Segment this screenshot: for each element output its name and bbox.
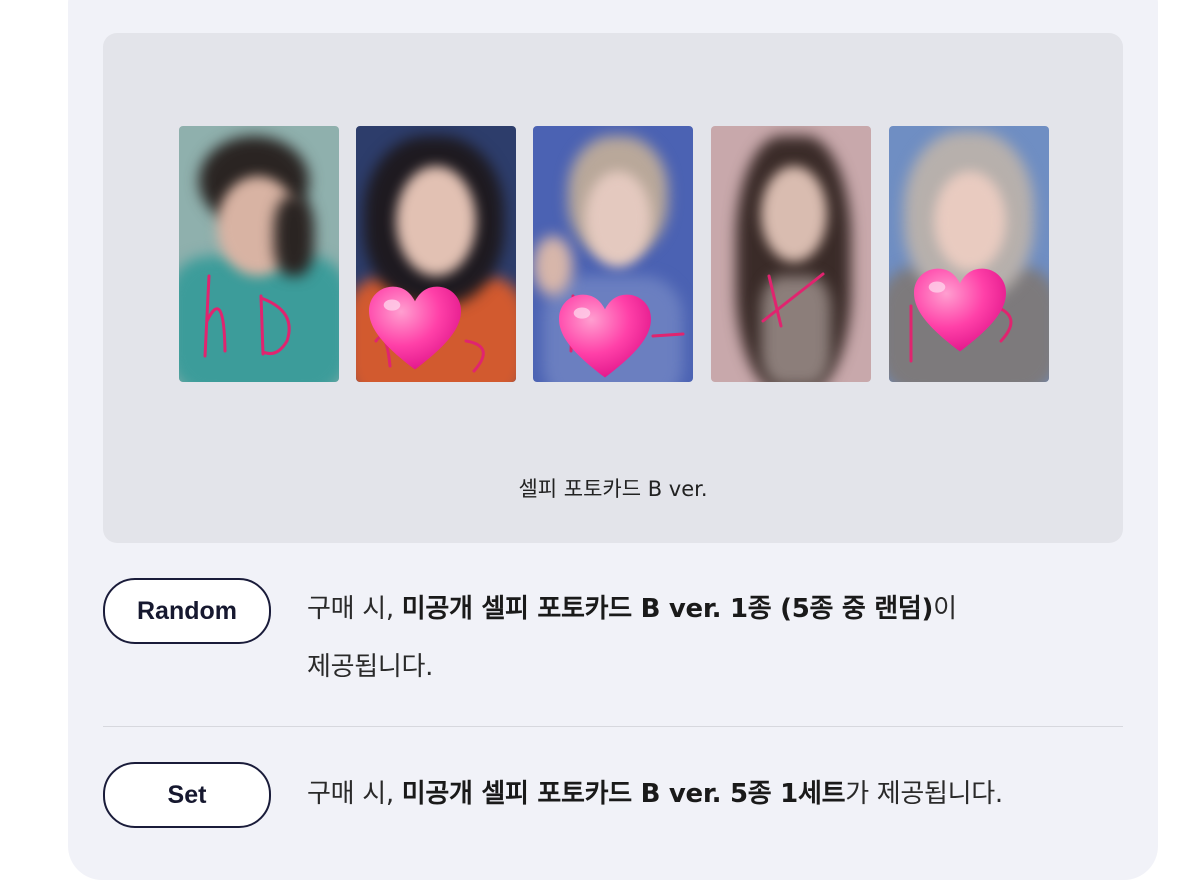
heart-emoji-icon [369, 286, 461, 370]
heart-emoji-icon [559, 294, 651, 378]
heart-emoji-icon [914, 268, 1006, 352]
image-caption: 셀피 포토카드 B ver. [518, 477, 708, 501]
option-row-random: Random 구매 시, 미공개 셀피 포토카드 B ver. 1종 (5종 중… [103, 578, 1123, 698]
photocard-image-panel: 셀피 포토카드 B ver. [103, 33, 1123, 543]
random-button[interactable]: Random [103, 578, 271, 644]
set-button[interactable]: Set [103, 762, 271, 828]
photocard-1 [179, 126, 339, 382]
photocard-4 [711, 126, 871, 382]
set-description: 구매 시, 미공개 셀피 포토카드 B ver. 5종 1세트가 제공됩니다. [307, 779, 1003, 809]
random-description: 구매 시, 미공개 셀피 포토카드 B ver. 1종 (5종 중 랜덤)이 제… [307, 594, 957, 682]
photocard-row [179, 126, 1049, 382]
handwriting-doodle-icon [203, 274, 291, 358]
option-row-set: Set 구매 시, 미공개 셀피 포토카드 B ver. 5종 1세트가 제공됩… [103, 762, 1123, 832]
divider [103, 726, 1123, 727]
